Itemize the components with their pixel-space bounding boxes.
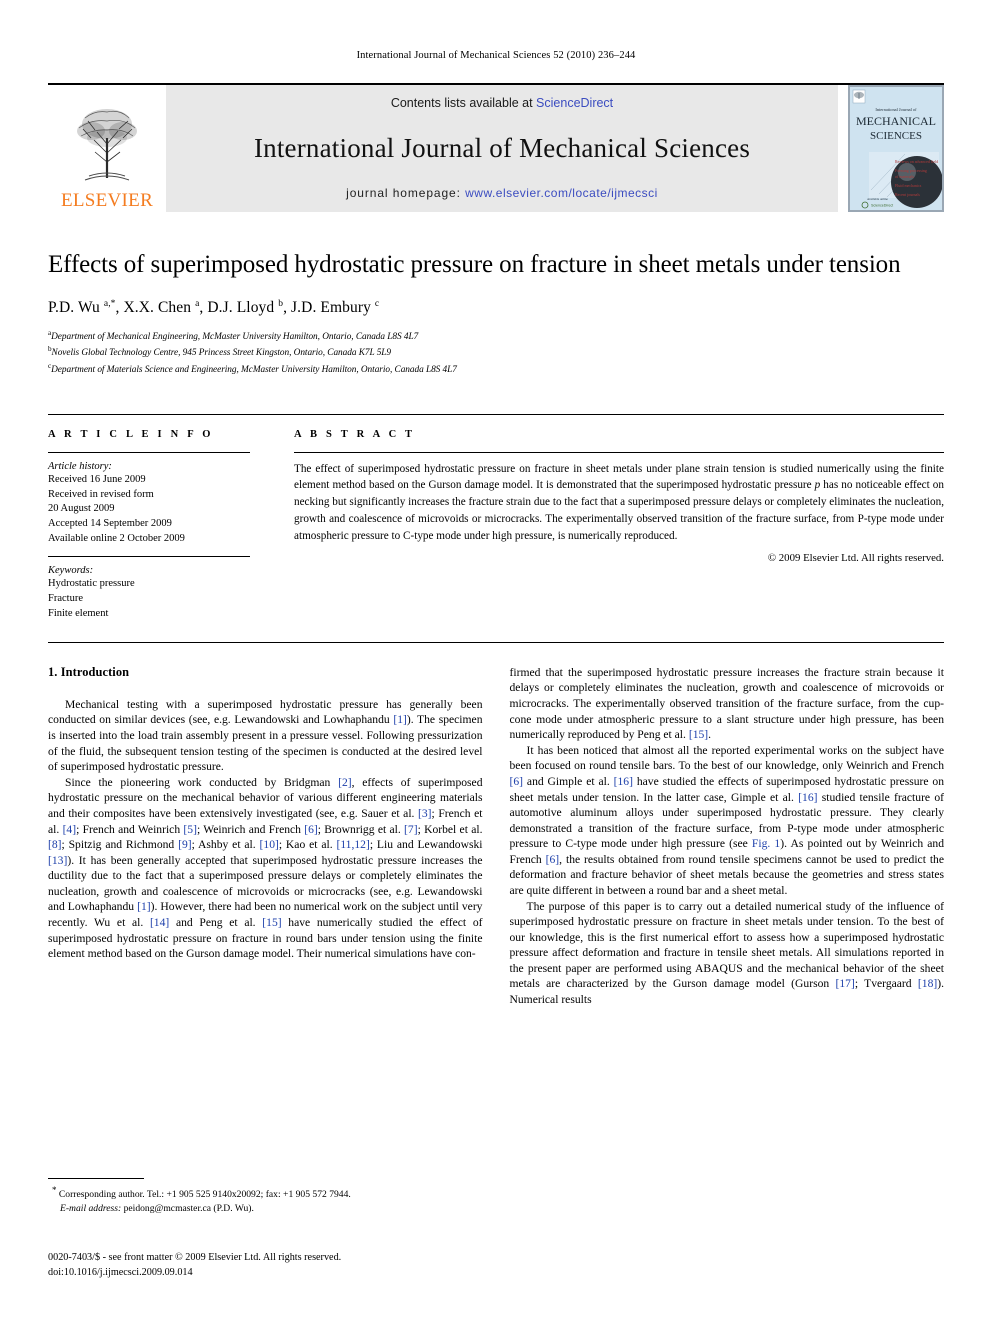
- journal-title: International Journal of Mechanical Scie…: [253, 132, 751, 163]
- paragraph: Since the pioneering work conducted by B…: [48, 775, 483, 961]
- affiliation-text-c: Department of Materials Science and Engi…: [51, 365, 457, 376]
- page-title: Effects of superimposed hydrostatic pres…: [48, 251, 901, 278]
- paragraph: The purpose of this paper is to carry ou…: [509, 899, 945, 1007]
- article-info-rule: [48, 451, 250, 453]
- paper-page: International Journal of Mechanical Scie…: [0, 0, 992, 1323]
- cover-item-4: Recent journals: [895, 192, 920, 197]
- masthead-center: Contents lists available at ScienceDirec…: [166, 85, 838, 212]
- affiliation-text-a: Department of Mechanical Engineering, Mc…: [51, 331, 419, 342]
- affiliation-text-b: Novelis Global Technology Centre, 945 Pr…: [51, 348, 392, 359]
- corresponding-author-text: Corresponding author. Tel.: +1 905 525 9…: [56, 1189, 351, 1201]
- footnote-zone: * Corresponding author. Tel.: +1 905 525…: [48, 1178, 478, 1216]
- article-history-line: Available online 2 October 2009: [48, 533, 185, 545]
- email-address[interactable]: peidong@mcmaster.ca (P.D. Wu).: [121, 1203, 254, 1214]
- keywords-block: Keywords: Hydrostatic pressure Fracture …: [48, 565, 250, 622]
- article-info-column: A R T I C L E I N F O Article history: R…: [48, 429, 280, 622]
- cover-item-2b: of materials: [895, 174, 914, 179]
- corresponding-author-note: * Corresponding author. Tel.: +1 905 525…: [48, 1184, 478, 1216]
- journal-masthead: ELSEVIER Contents lists available at Sci…: [48, 83, 944, 212]
- svg-text:ScienceDirect: ScienceDirect: [871, 204, 893, 208]
- article-history-title: Article history:: [48, 460, 112, 472]
- paragraph: Mechanical testing with a superimposed h…: [48, 697, 483, 774]
- cover-item-2: Forming processing: [895, 168, 927, 173]
- email-label: E-mail address:: [60, 1203, 122, 1215]
- article-history-line: 20 August 2009: [48, 503, 115, 515]
- abstract-copyright: © 2009 Elsevier Ltd. All rights reserved…: [767, 551, 944, 564]
- article-history-line: Accepted 14 September 2009: [48, 518, 172, 530]
- keywords-rule: [48, 556, 250, 558]
- homepage-url-link[interactable]: www.elsevier.com/locate/ijmecsci: [465, 186, 658, 200]
- abstract-label: A B S T R A C T: [294, 428, 416, 440]
- left-column: 1. Introduction Mechanical testing with …: [48, 665, 483, 1008]
- svg-text:International Journal of: International Journal of: [875, 107, 917, 112]
- affiliation-a: aDepartment of Mechanical Engineering, M…: [48, 328, 944, 345]
- svg-text:MECHANICAL: MECHANICAL: [856, 114, 936, 128]
- imprint-line-1: 0020-7403/$ - see front matter © 2009 El…: [48, 1252, 342, 1263]
- article-history-line: Received in revised form: [48, 488, 154, 500]
- keyword-item: Fracture: [48, 593, 83, 605]
- imprint-block: 0020-7403/$ - see front matter © 2009 El…: [48, 1251, 518, 1281]
- cover-item-3: Fluid mechanics: [895, 183, 922, 188]
- elsevier-logo: ELSEVIER: [48, 85, 166, 212]
- affiliation-b: bNovelis Global Technology Centre, 945 P…: [48, 344, 944, 361]
- paragraph: firmed that the superimposed hydrostatic…: [509, 665, 945, 742]
- section-heading-introduction: 1. Introduction: [48, 664, 130, 679]
- svg-text:SCIENCES: SCIENCES: [870, 130, 922, 142]
- paragraph: It has been noticed that almost all the …: [509, 743, 945, 897]
- running-head: International Journal of Mechanical Scie…: [356, 50, 636, 61]
- footnote-rule: [48, 1178, 144, 1179]
- abstract-text: The effect of superimposed hydrostatic p…: [294, 461, 944, 545]
- journal-cover-thumbnail: International Journal of MECHANICAL SCIE…: [848, 85, 944, 212]
- elsevier-wordmark: ELSEVIER: [60, 190, 154, 211]
- abstract-column: A B S T R A C T The effect of superimpos…: [280, 429, 944, 622]
- journal-homepage-line: journal homepage: www.elsevier.com/locat…: [346, 186, 658, 200]
- article-info-label: A R T I C L E I N F O: [48, 428, 214, 440]
- elsevier-tree-icon: [77, 109, 137, 181]
- imprint-line-2: doi:10.1016/j.ijmecsci.2009.09.014: [48, 1266, 193, 1278]
- affiliation-c: cDepartment of Materials Science and Eng…: [48, 361, 944, 378]
- journal-cover-art: International Journal of MECHANICAL SCIE…: [849, 86, 943, 211]
- author-list: P.D. Wu a,*, X.X. Chen a, D.J. Lloyd b, …: [48, 298, 380, 316]
- article-history-line: Received 16 June 2009: [48, 473, 146, 485]
- right-column: firmed that the superimposed hydrostatic…: [510, 665, 945, 1008]
- contents-prefix: Contents lists available at: [390, 96, 537, 110]
- keyword-item: Finite element: [48, 607, 109, 619]
- abstract-rule: [294, 451, 944, 453]
- email-note: E-mail address: peidong@mcmaster.ca (P.D…: [60, 1202, 478, 1216]
- contents-available-line: Contents lists available at ScienceDirec…: [391, 96, 613, 110]
- keyword-item: Hydrostatic pressure: [48, 578, 135, 590]
- info-abstract-region: A R T I C L E I N F O Article history: R…: [48, 413, 944, 622]
- homepage-prefix: journal homepage:: [346, 186, 466, 200]
- cover-item-1: Reviews on advanced field: [895, 159, 938, 164]
- body-columns: 1. Introduction Mechanical testing with …: [48, 665, 944, 1008]
- keywords-title: Keywords:: [48, 565, 94, 577]
- title-block: Effects of superimposed hydrostatic pres…: [48, 250, 944, 378]
- body-separator-rule: [48, 641, 944, 643]
- sciencedirect-link[interactable]: ScienceDirect: [536, 96, 613, 110]
- svg-text:Available online: Available online: [867, 197, 889, 201]
